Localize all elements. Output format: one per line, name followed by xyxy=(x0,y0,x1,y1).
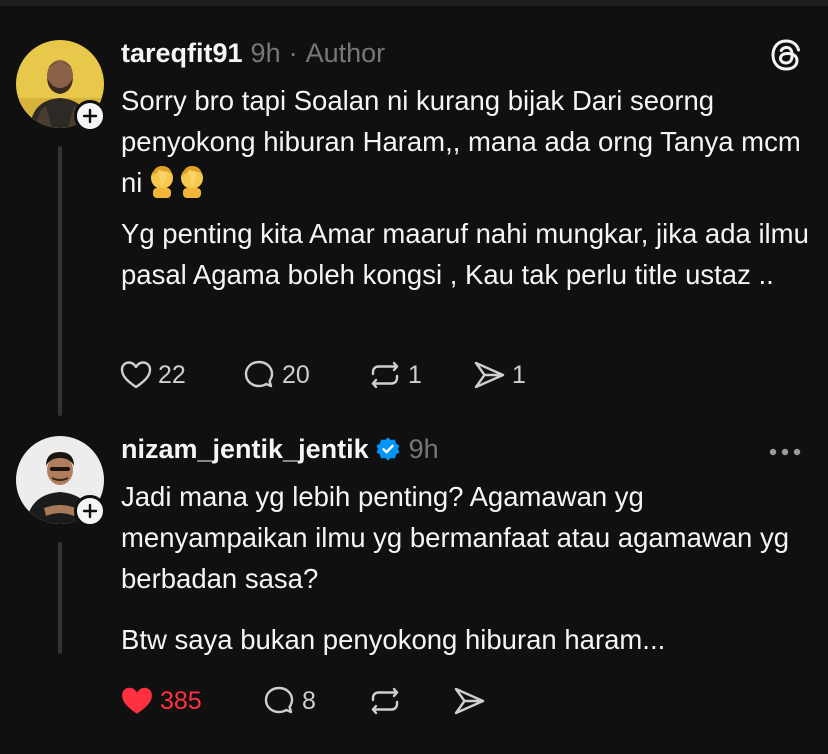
repost-icon xyxy=(371,687,399,715)
post-paragraph: Yg penting kita Amar maaruf nahi mungkar… xyxy=(121,218,809,290)
comment-button[interactable]: 8 xyxy=(262,685,368,717)
like-button[interactable]: 22 xyxy=(120,360,242,390)
repost-icon xyxy=(371,361,399,389)
send-icon xyxy=(454,687,485,715)
post-body: Sorry bro tapi Soalan ni kurang bijak Da… xyxy=(121,80,811,295)
repost-button[interactable]: 1 xyxy=(368,359,472,391)
author-badge: Author xyxy=(305,37,386,68)
post-actions: 22 20 1 1 xyxy=(120,358,526,392)
post-header: tareqfit91 9h · Author xyxy=(121,36,385,70)
post-paragraph: Jadi mana yg lebih penting? Agamawan yg … xyxy=(121,481,790,594)
repost-count: 1 xyxy=(408,360,422,389)
post-body: Jadi mana yg lebih penting? Agamawan yg … xyxy=(121,476,811,660)
follow-plus-button[interactable] xyxy=(74,495,106,527)
comment-button[interactable]: 20 xyxy=(242,359,368,391)
comment-count: 8 xyxy=(302,686,316,715)
heart-filled-icon xyxy=(122,687,152,714)
comment-icon xyxy=(264,686,294,714)
username[interactable]: tareqfit91 xyxy=(121,38,243,69)
verified-badge-icon xyxy=(375,436,401,462)
comment-count: 20 xyxy=(282,360,310,389)
more-options-icon[interactable] xyxy=(768,444,802,462)
threads-logo-icon[interactable] xyxy=(770,38,802,77)
send-icon xyxy=(474,361,505,389)
post-header: nizam_jentik_jentik 9h xyxy=(121,432,439,466)
post-text: Sorry bro tapi Soalan ni kurang bijak Da… xyxy=(121,85,801,198)
timestamp: 9h xyxy=(250,37,281,68)
comment-icon xyxy=(244,360,274,388)
heart-icon xyxy=(120,361,152,389)
plus-icon xyxy=(82,108,98,124)
meta-separator: · xyxy=(288,37,298,68)
top-divider xyxy=(0,0,828,6)
username[interactable]: nizam_jentik_jentik xyxy=(121,434,369,465)
share-button[interactable] xyxy=(452,685,486,717)
like-button[interactable]: 385 xyxy=(120,685,262,717)
share-count: 1 xyxy=(512,360,526,389)
plus-icon xyxy=(82,503,98,519)
thread-line xyxy=(58,146,62,416)
share-button[interactable]: 1 xyxy=(472,359,526,391)
like-count: 385 xyxy=(160,686,202,715)
post-paragraph: Btw saya bukan penyokong hiburan haram..… xyxy=(121,624,666,655)
post-actions: 385 8 xyxy=(120,684,486,718)
facepalm-emoji xyxy=(148,164,206,209)
thread-line xyxy=(58,542,62,654)
like-count: 22 xyxy=(158,360,186,389)
timestamp: 9h xyxy=(408,433,439,464)
post-paragraph: Sorry bro tapi Soalan ni kurang bijak Da… xyxy=(121,80,811,209)
follow-plus-button[interactable] xyxy=(74,100,106,132)
repost-button[interactable] xyxy=(368,685,452,717)
